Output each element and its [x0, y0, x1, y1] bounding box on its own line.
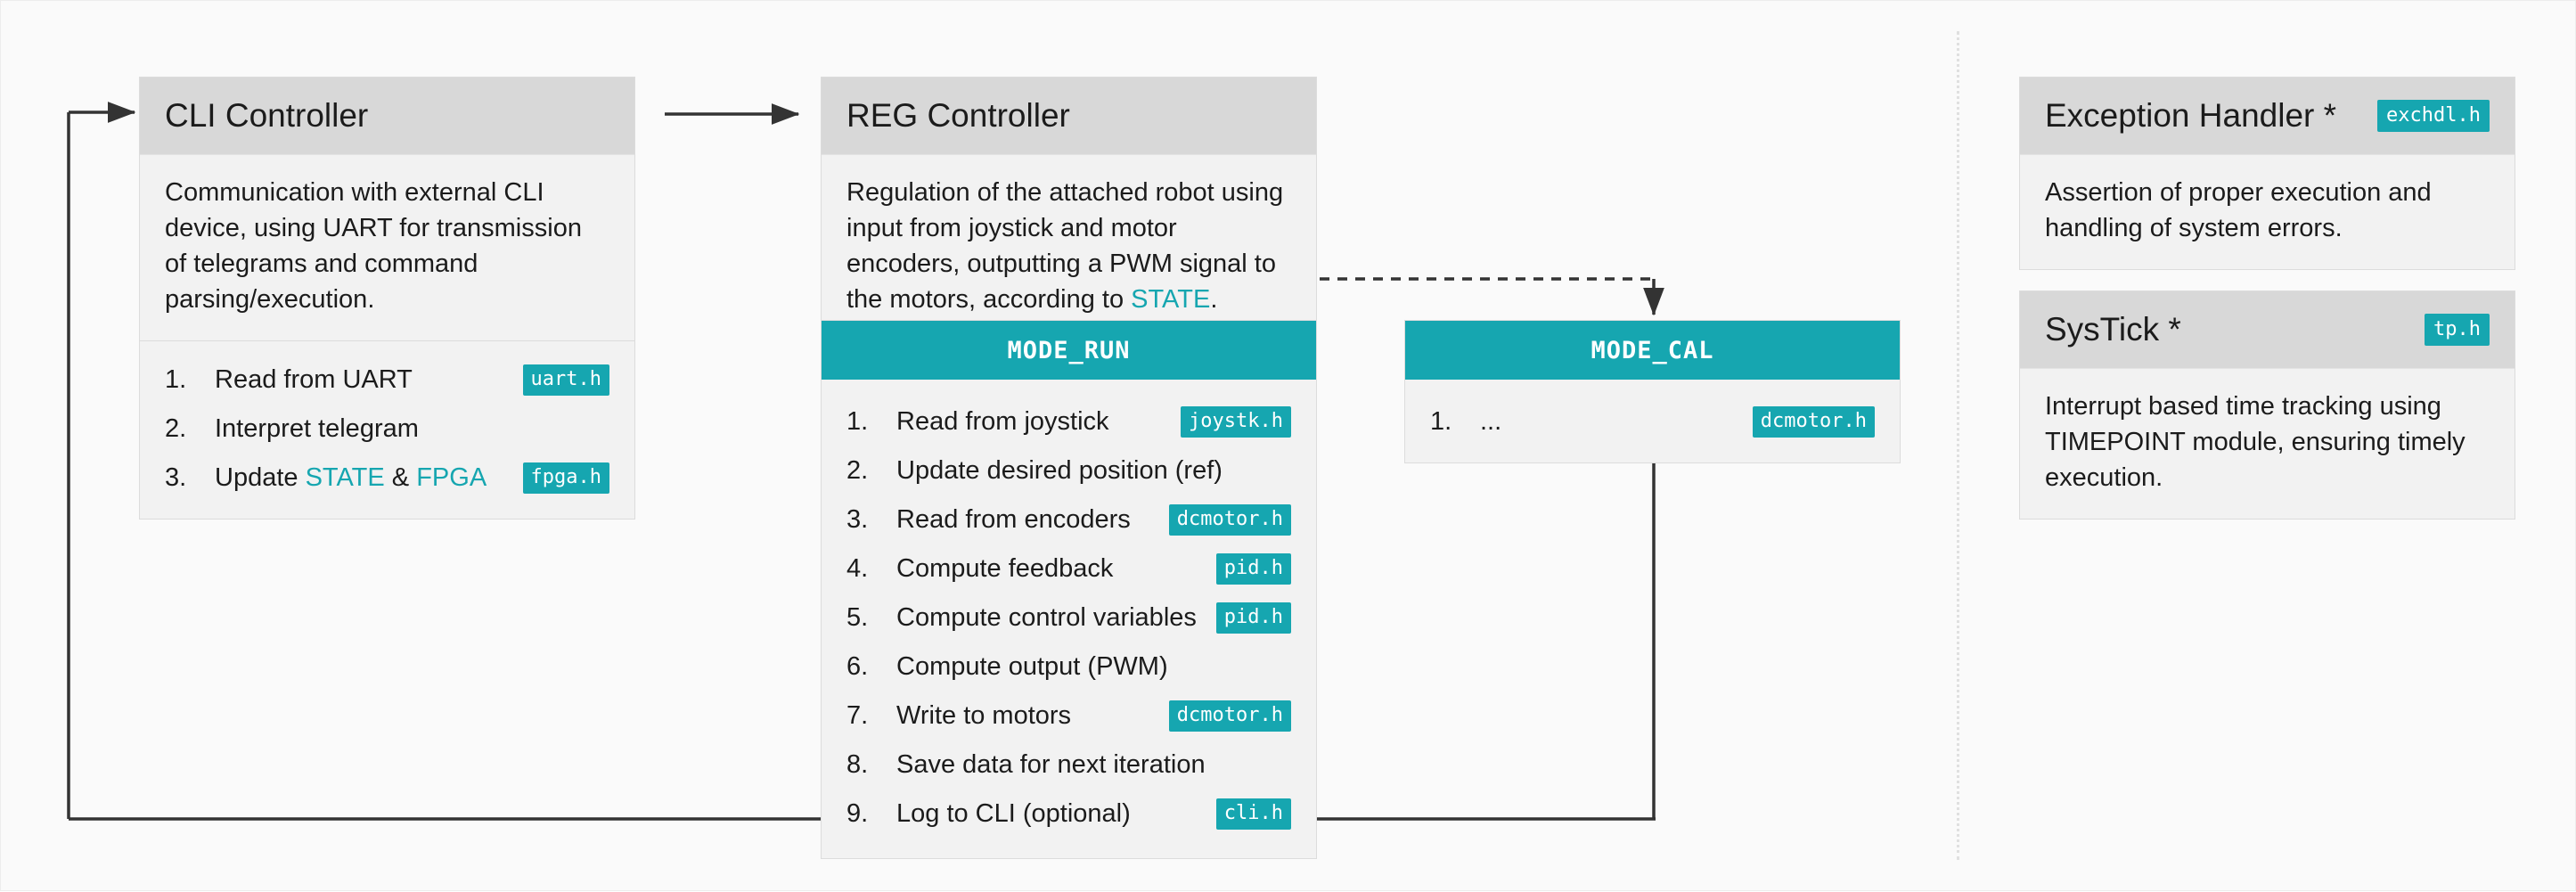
exception-handler-description: Assertion of proper execution and handli…	[2020, 154, 2515, 270]
mode-cal-header: MODE_CAL	[1405, 321, 1900, 380]
step-number: 8.	[846, 750, 869, 779]
card-mode-cal[interactable]: MODE_CAL 1. ... dcmotor.h	[1404, 320, 1901, 463]
list-item[interactable]: 2. Update desired position (ref)	[846, 446, 1291, 495]
list-item[interactable]: 2. Interpret telegram	[165, 405, 609, 454]
list-item[interactable]: 3. Update STATE & FPGA fpga.h	[165, 454, 609, 503]
header-tag: exchdl.h	[2377, 100, 2490, 132]
step-label: Interpret telegram	[215, 414, 419, 444]
step-label: Compute output (PWM)	[896, 652, 1168, 681]
list-item[interactable]: 7. Write to motors dcmotor.h	[846, 692, 1291, 741]
cli-controller-description: Communication with external CLI device, …	[140, 154, 634, 341]
header-tag: fpga.h	[522, 462, 609, 494]
step-label: Read from joystick	[896, 407, 1109, 436]
step-label: Update STATE & FPGA	[215, 463, 523, 493]
list-item[interactable]: 1. Read from joystick joystk.h	[846, 397, 1291, 446]
list-item[interactable]: 1. ... dcmotor.h	[1430, 397, 1875, 446]
keyword-state: STATE	[1131, 285, 1211, 315]
step-number: 5.	[846, 603, 869, 632]
systick-title: SysTick *	[2045, 311, 2181, 348]
step-number: 4.	[846, 554, 869, 583]
step-number: 3.	[846, 505, 869, 534]
list-item[interactable]: 6. Compute output (PWM)	[846, 642, 1291, 692]
step-label: Log to CLI (optional)	[896, 799, 1131, 828]
step-label: Read from UART	[215, 365, 413, 395]
mode-run-title: MODE_RUN	[1007, 336, 1131, 364]
keyword-state: STATE	[305, 463, 385, 493]
cli-controller-steps: 1. Read from UART uart.h 2. Interpret te…	[140, 340, 634, 520]
step-label: ...	[1480, 407, 1502, 436]
header-tag: dcmotor.h	[1752, 406, 1875, 438]
header-tag: tp.h	[2425, 314, 2490, 346]
step-number: 2.	[165, 414, 187, 444]
mode-run-steps: 1. Read from joystick joystk.h 2. Update…	[822, 380, 1316, 858]
header-tag: cli.h	[1215, 798, 1291, 830]
step-number: 7.	[846, 701, 869, 730]
header-tag: dcmotor.h	[1168, 700, 1291, 732]
step-label: Read from encoders	[896, 505, 1131, 534]
cli-controller-title: CLI Controller	[165, 97, 369, 134]
header-tag: dcmotor.h	[1168, 504, 1291, 536]
step-number: 6.	[846, 652, 869, 681]
diagram-canvas: CLI Controller Communication with extern…	[0, 0, 2576, 891]
header-tag: joystk.h	[1181, 406, 1291, 438]
reg-controller-header: REG Controller	[822, 78, 1316, 154]
step-number: 2.	[846, 456, 869, 485]
step-label: Compute control variables	[896, 603, 1197, 632]
cli-controller-header: CLI Controller	[140, 78, 634, 154]
step-label-prefix: Update	[215, 463, 306, 493]
card-exception-handler[interactable]: Exception Handler * exchdl.h Assertion o…	[2019, 77, 2515, 271]
reg-controller-description: Regulation of the attached robot using i…	[822, 154, 1316, 341]
systick-description: Interrupt based time tracking using TIME…	[2020, 368, 2515, 520]
card-reg-controller[interactable]: REG Controller Regulation of the attache…	[821, 77, 1317, 342]
header-tag: pid.h	[1215, 553, 1291, 585]
step-label-mid: &	[384, 463, 417, 493]
step-label: Save data for next iteration	[896, 750, 1206, 779]
list-item[interactable]: 1. Read from UART uart.h	[165, 356, 609, 405]
step-number: 1.	[165, 365, 187, 395]
list-item[interactable]: 9. Log to CLI (optional) cli.h	[846, 790, 1291, 839]
exception-handler-header: Exception Handler * exchdl.h	[2020, 78, 2515, 154]
header-tag: uart.h	[522, 364, 609, 396]
reg-description-pre: Regulation of the attached robot using i…	[846, 178, 1284, 315]
list-item[interactable]: 8. Save data for next iteration	[846, 741, 1291, 790]
list-item[interactable]: 5. Compute control variables pid.h	[846, 593, 1291, 642]
list-item[interactable]: 4. Compute feedback pid.h	[846, 544, 1291, 593]
keyword-fpga: FPGA	[416, 463, 487, 493]
step-number: 9.	[846, 799, 869, 828]
panel-divider	[1957, 31, 1959, 860]
reg-description-post: .	[1210, 285, 1218, 315]
step-number: 3.	[165, 463, 187, 493]
card-systick[interactable]: SysTick * tp.h Interrupt based time trac…	[2019, 291, 2515, 520]
header-tag: pid.h	[1215, 602, 1291, 634]
mode-run-header: MODE_RUN	[822, 321, 1316, 380]
step-label: Compute feedback	[896, 554, 1114, 583]
step-label: Update desired position (ref)	[896, 456, 1223, 485]
mode-cal-title: MODE_CAL	[1591, 336, 1714, 364]
list-item[interactable]: 3. Read from encoders dcmotor.h	[846, 495, 1291, 544]
card-mode-run[interactable]: MODE_RUN 1. Read from joystick joystk.h …	[821, 320, 1317, 859]
reg-controller-title: REG Controller	[846, 97, 1070, 134]
mode-cal-steps: 1. ... dcmotor.h	[1405, 380, 1900, 462]
exception-handler-title: Exception Handler *	[2045, 97, 2337, 134]
step-number: 1.	[846, 407, 869, 436]
systick-header: SysTick * tp.h	[2020, 291, 2515, 368]
step-number: 1.	[1430, 407, 1452, 436]
step-label: Write to motors	[896, 701, 1072, 730]
card-cli-controller[interactable]: CLI Controller Communication with extern…	[139, 77, 635, 520]
